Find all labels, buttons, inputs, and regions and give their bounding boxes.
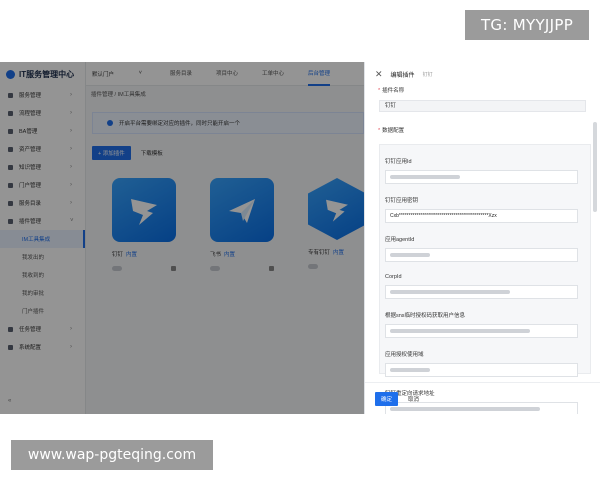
watermark-bottom: www.wap-pgteqing.com: [11, 440, 213, 470]
corp-id-input[interactable]: [385, 285, 578, 299]
drawer-footer: 确定 取消: [365, 382, 600, 414]
redacted-value: [390, 289, 510, 294]
config-panel: 钉钉应用Id 钉钉应用密钥 Cxb***********************…: [379, 144, 591, 414]
field-label: 钉钉应用Id: [385, 159, 412, 165]
modal-overlay[interactable]: [0, 62, 364, 414]
confirm-button[interactable]: 确定: [375, 391, 399, 406]
app-window: IT服务管理中心 服务管理 › 流程管理 › BA管理 › 资产管理 › 知识管理 › 门…: [0, 62, 600, 414]
plugin-name-input[interactable]: 钉钉: [379, 100, 586, 112]
drawer-scrollbar[interactable]: [593, 122, 597, 212]
drawer-header: ✕ 编辑插件 钉钉: [365, 62, 600, 86]
redacted-value: [390, 328, 530, 333]
app-secret-input[interactable]: Cxb*************************************…: [385, 209, 578, 223]
field-label: 应用授权使用域: [385, 352, 424, 358]
drawer-title: 编辑插件: [390, 72, 415, 79]
redacted-value: [390, 174, 460, 179]
watermark-top: TG: MYYJJPP: [465, 10, 589, 40]
field-label: 根据sns临时授权码获取用户信息: [385, 313, 466, 319]
screen: TG: MYYJJPP www.wap-pgteqing.com IT服务管理中…: [0, 0, 600, 480]
auth-domain-input[interactable]: [385, 363, 578, 377]
agent-id-input[interactable]: [385, 248, 578, 262]
redacted-value: [390, 367, 430, 372]
plugin-name-label: * 插件名称: [378, 88, 405, 94]
field-label: 钉钉应用密钥: [385, 198, 419, 204]
cancel-button[interactable]: 取消: [408, 395, 419, 403]
app-id-input[interactable]: [385, 170, 578, 184]
config-label: * 数据配置: [378, 128, 405, 134]
field-label: CorpId: [385, 274, 402, 280]
sns-userinfo-input[interactable]: [385, 324, 578, 338]
redacted-value: [390, 252, 430, 257]
field-label: 应用agentId: [385, 237, 415, 243]
close-icon[interactable]: ✕: [375, 69, 383, 80]
edit-plugin-drawer: ✕ 编辑插件 钉钉 * 插件名称 钉钉 * 数据配置 钉钉应用Id 钉钉应用密钥 C…: [364, 62, 600, 414]
drawer-subtitle: 钉钉: [422, 71, 433, 78]
